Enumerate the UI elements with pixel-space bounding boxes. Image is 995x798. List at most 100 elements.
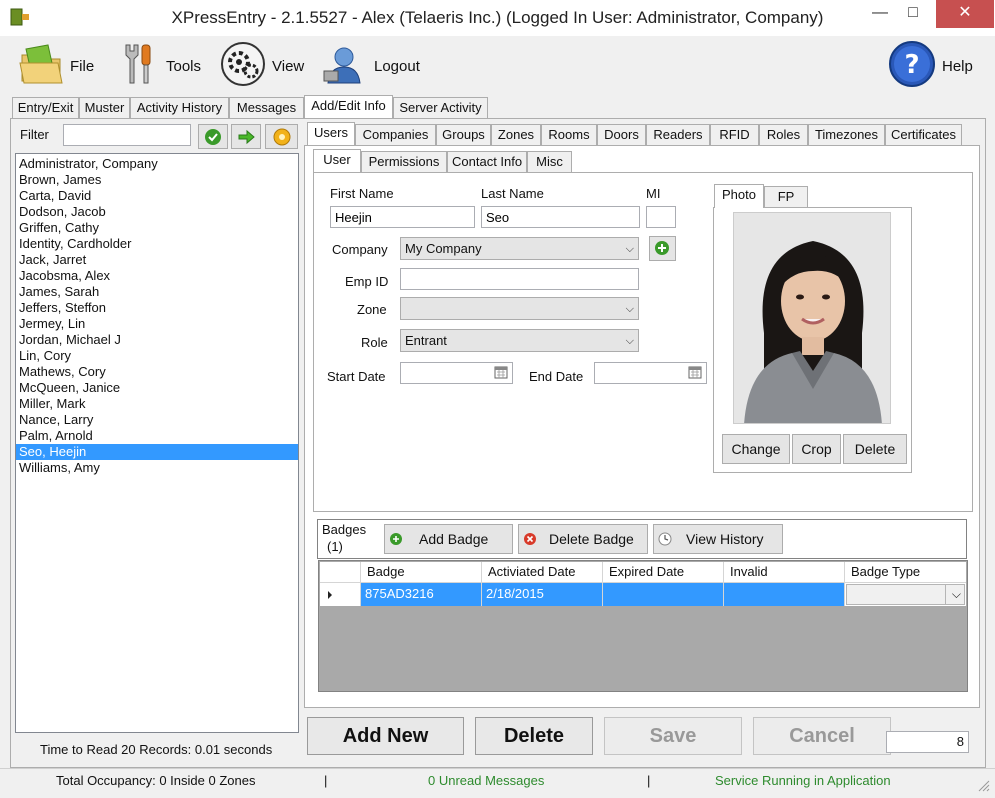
tab-add-edit-info[interactable]: Add/Edit Info [304, 95, 393, 118]
row-selector[interactable] [320, 583, 361, 606]
delete-badge-button[interactable]: Delete Badge [518, 524, 648, 554]
record-counter[interactable]: 8 [886, 731, 969, 753]
col-invalid[interactable]: Invalid [724, 562, 845, 583]
cell-badge[interactable]: 875AD3216 [361, 583, 482, 606]
list-item[interactable]: Identity, Cardholder [16, 236, 298, 252]
view-history-button[interactable]: View History [653, 524, 783, 554]
filter-input[interactable] [63, 124, 191, 146]
list-item[interactable]: Nance, Larry [16, 412, 298, 428]
chevron-down-icon: ⌵ [951, 587, 961, 601]
tab-fp[interactable]: FP [764, 186, 808, 207]
mi-label: MI [646, 186, 661, 201]
user-logout-icon [322, 41, 368, 91]
view-label: View [272, 57, 305, 75]
list-item[interactable]: Brown, James [16, 172, 298, 188]
list-item[interactable]: Jermey, Lin [16, 316, 298, 332]
tab-rfid[interactable]: RFID [710, 124, 759, 145]
list-item[interactable]: McQueen, Janice [16, 380, 298, 396]
tab-photo[interactable]: Photo [714, 184, 764, 208]
list-item[interactable]: Mathews, Cory [16, 364, 298, 380]
filter-next-button[interactable] [231, 124, 261, 149]
cell-invalid[interactable] [724, 583, 845, 606]
view-menu-button[interactable]: View [220, 42, 305, 89]
tab-activity-history[interactable]: Activity History [130, 97, 229, 118]
add-company-button[interactable] [649, 236, 676, 261]
crop-photo-button[interactable]: Crop [792, 434, 841, 464]
calendar-icon[interactable] [494, 365, 508, 383]
delete-photo-button[interactable]: Delete [843, 434, 907, 464]
end-date-picker[interactable] [594, 362, 707, 384]
list-item[interactable]: Jack, Jarret [16, 252, 298, 268]
tab-permissions[interactable]: Permissions [361, 151, 447, 172]
company-select[interactable]: My Company ⌵ [400, 237, 639, 260]
emp-id-field[interactable] [400, 268, 639, 290]
col-expired-date[interactable]: Expired Date [603, 562, 724, 583]
tab-user[interactable]: User [313, 149, 361, 172]
list-item[interactable]: James, Sarah [16, 284, 298, 300]
change-photo-button[interactable]: Change [722, 434, 790, 464]
list-item[interactable]: Palm, Arnold [16, 428, 298, 444]
tab-server-activity[interactable]: Server Activity [393, 97, 488, 118]
list-item[interactable]: Administrator, Company [16, 156, 298, 172]
role-select[interactable]: Entrant ⌵ [400, 329, 639, 352]
first-name-field[interactable] [330, 206, 475, 228]
list-item[interactable]: Seo, Heejin [16, 444, 298, 460]
tab-companies[interactable]: Companies [355, 124, 436, 145]
list-item[interactable]: Griffen, Cathy [16, 220, 298, 236]
add-new-button[interactable]: Add New [307, 717, 464, 755]
tab-doors[interactable]: Doors [597, 124, 646, 145]
tab-roles[interactable]: Roles [759, 124, 808, 145]
first-name-label: First Name [330, 186, 394, 201]
badge-type-select[interactable]: ⌵ [846, 584, 965, 605]
list-item[interactable]: Jordan, Michael J [16, 332, 298, 348]
save-button[interactable]: Save [604, 717, 742, 755]
tab-timezones[interactable]: Timezones [808, 124, 885, 145]
tab-misc[interactable]: Misc [527, 151, 572, 172]
tab-users[interactable]: Users [307, 122, 355, 145]
chevron-down-icon: ⌵ [625, 335, 634, 347]
logout-button[interactable]: Logout [322, 43, 420, 89]
badges-title: Badges [322, 522, 367, 537]
list-item[interactable]: Jacobsma, Alex [16, 268, 298, 284]
cancel-button[interactable]: Cancel [753, 717, 891, 755]
file-menu-button[interactable]: File [18, 43, 94, 89]
list-item[interactable]: Dodson, Jacob [16, 204, 298, 220]
tab-groups[interactable]: Groups [436, 124, 491, 145]
help-button[interactable]: ? Help [888, 41, 973, 89]
tab-certificates[interactable]: Certificates [885, 124, 962, 145]
start-date-picker[interactable] [400, 362, 513, 384]
cell-activated-date[interactable]: 2/18/2015 [482, 583, 603, 606]
tab-zones[interactable]: Zones [491, 124, 541, 145]
col-badge[interactable]: Badge [361, 562, 482, 583]
tab-messages[interactable]: Messages [229, 97, 304, 118]
zone-select[interactable]: ⌵ [400, 297, 639, 320]
last-name-field[interactable] [481, 206, 640, 228]
tab-rooms[interactable]: Rooms [541, 124, 597, 145]
close-button[interactable]: ✕ [936, 0, 994, 28]
list-item[interactable]: Lin, Cory [16, 348, 298, 364]
filter-apply-button[interactable] [198, 124, 228, 149]
tab-entry-exit[interactable]: Entry/Exit [12, 97, 79, 118]
list-item[interactable]: Miller, Mark [16, 396, 298, 412]
status-separator: | [647, 773, 651, 788]
filter-clear-button[interactable] [265, 124, 298, 149]
mi-field[interactable] [646, 206, 676, 228]
tab-contact-info[interactable]: Contact Info [447, 151, 527, 172]
add-badge-button[interactable]: Add Badge [384, 524, 513, 554]
tools-label: Tools [166, 57, 202, 75]
list-item[interactable]: Jeffers, Steffon [16, 300, 298, 316]
cell-expired-date[interactable] [603, 583, 724, 606]
list-item[interactable]: Williams, Amy [16, 460, 298, 476]
delete-button[interactable]: Delete [475, 717, 593, 755]
calendar-icon[interactable] [688, 365, 702, 383]
list-item[interactable]: Carta, David [16, 188, 298, 204]
maximize-button[interactable]: □ [890, 0, 936, 28]
zone-label: Zone [357, 302, 387, 317]
col-activated-date[interactable]: Activiated Date [482, 562, 603, 583]
tools-menu-button[interactable]: Tools [116, 43, 201, 89]
user-list[interactable]: Administrator, Company Brown, James Carta,… [15, 153, 299, 733]
tab-muster[interactable]: Muster [79, 97, 130, 118]
resize-grip-icon[interactable] [976, 778, 990, 792]
tab-readers[interactable]: Readers [646, 124, 710, 145]
col-badge-type[interactable]: Badge Type [845, 562, 966, 583]
